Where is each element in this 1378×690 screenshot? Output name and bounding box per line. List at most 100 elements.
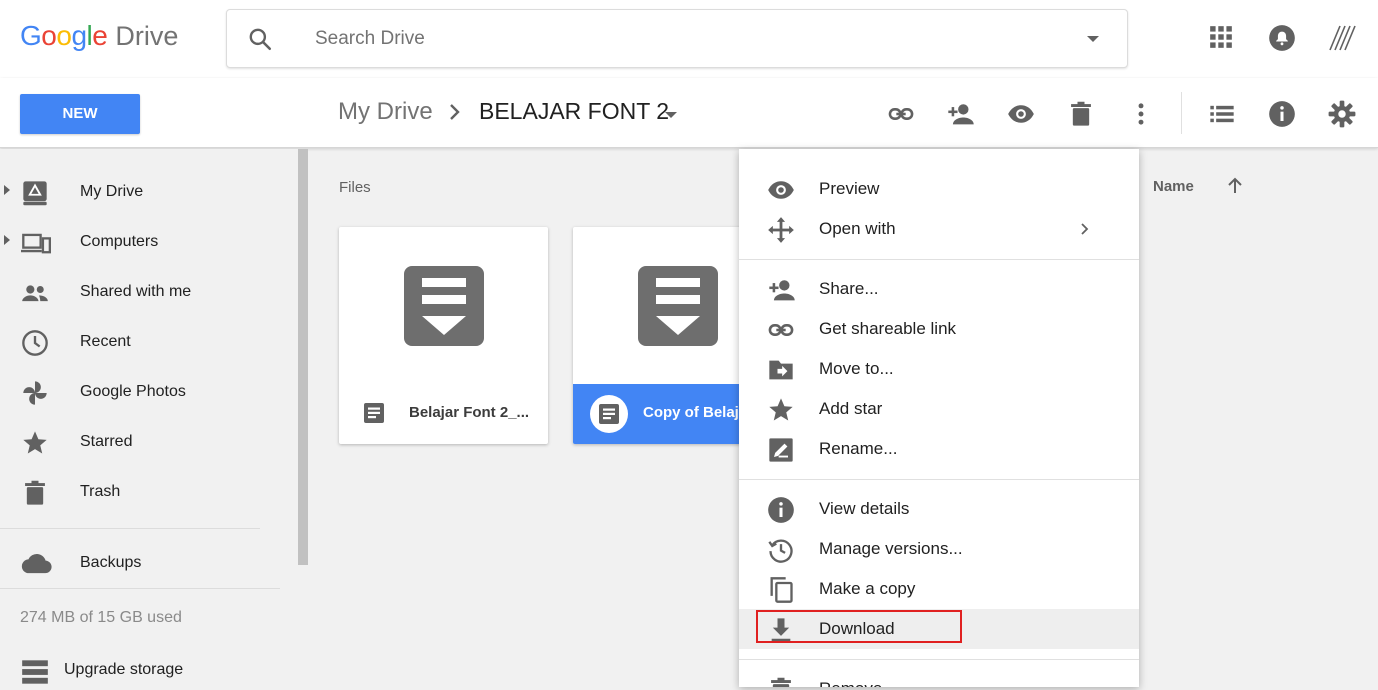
sidebar-item-label: Google Photos (80, 383, 186, 400)
file-card[interactable]: Belajar Font 2_... (339, 227, 548, 444)
history-icon (767, 536, 795, 564)
cloud-icon (21, 550, 52, 578)
my-drive-icon (21, 179, 49, 207)
breadcrumb-current-folder[interactable]: BELAJAR FONT 2 (479, 98, 669, 125)
sidebar-item-label: Backups (80, 554, 142, 571)
upgrade-storage-link[interactable]: Upgrade storage (0, 653, 290, 687)
menu-item-make-a-copy[interactable]: Make a copy (739, 569, 1139, 609)
sidebar-item-label: My Drive (80, 183, 144, 200)
search-options-dropdown-icon[interactable] (1087, 36, 1099, 42)
menu-item-get-shareable-link[interactable]: Get shareable link (739, 309, 1139, 349)
search-box[interactable]: Search Drive (226, 9, 1128, 68)
file-context-menu: Preview Open with Share... Get shareable… (739, 149, 1139, 687)
info-icon (767, 496, 795, 524)
menu-item-view-details[interactable]: View details (739, 489, 1139, 529)
open-with-icon (767, 216, 795, 244)
expand-arrow-icon[interactable] (4, 235, 10, 245)
menu-item-label: Get shareable link (819, 319, 957, 338)
sidebar-item-label: Shared with me (80, 283, 192, 300)
sidebar-item-label: Trash (80, 483, 121, 500)
submenu-chevron-icon (1079, 221, 1091, 242)
menu-item-label: Make a copy (819, 579, 916, 598)
top-header: Google Drive Search Drive (0, 0, 1378, 78)
google-wordmark: Google (20, 20, 108, 51)
sidebar: My Drive Computers Shared with me Recent… (0, 149, 298, 687)
eye-icon (767, 176, 795, 204)
menu-item-label: Remove (819, 679, 882, 687)
sidebar-item-label: Recent (80, 333, 131, 350)
notifications-bell-icon[interactable] (1268, 24, 1296, 52)
sidebar-item-starred[interactable]: Starred (0, 417, 290, 467)
menu-item-manage-versions[interactable]: Manage versions... (739, 529, 1139, 569)
toolbar-divider (1181, 92, 1182, 134)
shared-icon (21, 279, 49, 307)
file-thumbnail (638, 266, 718, 346)
move-folder-icon (767, 356, 795, 384)
action-toolbar: NEW My Drive BELAJAR FONT 2 (0, 78, 1378, 148)
menu-item-preview[interactable]: Preview (739, 169, 1139, 209)
sort-ascending-arrow-icon[interactable] (1225, 176, 1245, 201)
menu-divider (739, 479, 1139, 480)
menu-item-label: View details (819, 499, 910, 518)
menu-item-move-to[interactable]: Move to... (739, 349, 1139, 389)
computers-icon (21, 229, 51, 257)
sidebar-item-label: Computers (80, 233, 159, 250)
menu-item-label: Share... (819, 279, 879, 298)
sidebar-divider (0, 528, 260, 529)
upgrade-storage-label: Upgrade storage (64, 661, 184, 678)
breadcrumb-chevron-icon (447, 102, 463, 127)
sidebar-item-label: Starred (80, 433, 133, 450)
sidebar-item-my-drive[interactable]: My Drive (0, 167, 290, 217)
link-icon[interactable] (887, 100, 915, 128)
sidebar-item-computers[interactable]: Computers (0, 217, 290, 267)
sidebar-item-backups[interactable]: Backups (0, 538, 290, 588)
menu-divider (739, 659, 1139, 660)
folder-menu-dropdown-icon[interactable] (665, 112, 677, 118)
apps-grid-icon[interactable] (1208, 24, 1236, 52)
sidebar-item-trash[interactable]: Trash (0, 467, 290, 517)
file-thumbnail (404, 266, 484, 346)
search-icon[interactable] (247, 26, 273, 57)
add-person-icon (767, 276, 795, 304)
menu-item-share[interactable]: Share... (739, 269, 1139, 309)
preview-eye-icon[interactable] (1007, 100, 1035, 128)
trash-icon[interactable] (1067, 100, 1095, 128)
link-icon (767, 316, 795, 344)
menu-item-label: Move to... (819, 359, 894, 378)
google-drive-logo[interactable]: Google Drive (20, 20, 178, 58)
settings-icon[interactable] (1328, 100, 1356, 128)
account-avatar[interactable] (1326, 24, 1356, 52)
menu-item-label: Rename... (819, 439, 898, 458)
file-name: Belajar Font 2_... (409, 404, 530, 421)
file-card-footer: Belajar Font 2_... (339, 384, 548, 444)
menu-item-label: Add star (819, 399, 883, 418)
more-options-icon[interactable] (1127, 100, 1155, 128)
files-section-heading: Files (339, 179, 371, 196)
star-icon (21, 429, 49, 457)
menu-item-open-with[interactable]: Open with (739, 209, 1139, 249)
menu-item-label: Preview (819, 179, 880, 198)
menu-item-rename[interactable]: Rename... (739, 429, 1139, 469)
document-icon (363, 402, 385, 424)
sidebar-scrollbar[interactable] (298, 149, 308, 565)
rename-pencil-icon (767, 436, 795, 464)
sidebar-item-shared-with-me[interactable]: Shared with me (0, 267, 290, 317)
clock-icon (21, 329, 49, 357)
trash-icon (21, 479, 49, 507)
search-input[interactable]: Search Drive (315, 28, 425, 50)
menu-item-add-star[interactable]: Add star (739, 389, 1139, 429)
expand-arrow-icon[interactable] (4, 185, 10, 195)
menu-item-label: Manage versions... (819, 539, 963, 558)
storage-usage-text: 274 MB of 15 GB used (20, 609, 182, 626)
info-icon[interactable] (1268, 100, 1296, 128)
sidebar-item-recent[interactable]: Recent (0, 317, 290, 367)
breadcrumb-my-drive[interactable]: My Drive (338, 98, 433, 126)
new-button[interactable]: NEW (20, 94, 140, 134)
sort-by-name-header[interactable]: Name (1153, 178, 1194, 195)
list-view-icon[interactable] (1208, 100, 1236, 128)
add-person-icon[interactable] (946, 100, 974, 128)
menu-divider (739, 259, 1139, 260)
menu-item-remove[interactable]: Remove (739, 669, 1139, 687)
sidebar-item-google-photos[interactable]: Google Photos (0, 367, 290, 417)
sidebar-divider (0, 588, 280, 589)
